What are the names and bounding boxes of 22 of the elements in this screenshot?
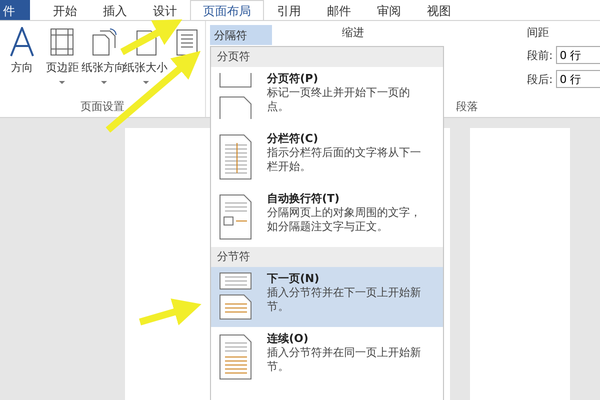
- ribbon-button[interactable]: 方向: [4, 21, 40, 97]
- menu-section-header: 分节符: [211, 247, 443, 267]
- ribbon-tab[interactable]: 页面布局: [190, 0, 264, 20]
- breaks-button[interactable]: 分隔符: [210, 25, 272, 45]
- margins-icon: [48, 27, 76, 57]
- spacing-field[interactable]: 0 行: [556, 46, 600, 64]
- group-label: 页面设置: [80, 99, 126, 115]
- menu-item[interactable]: 下一页(N) 插入分节符并在下一页上开始新节。: [211, 267, 443, 327]
- page-break-icon: [217, 71, 253, 121]
- group-label: 段落: [456, 100, 478, 113]
- ribbon-button[interactable]: 页边距: [44, 21, 81, 97]
- spacing-label: 间距: [527, 25, 550, 40]
- spacing-field-label: 段后:: [527, 72, 553, 86]
- orientation-icon: [90, 27, 118, 57]
- annotation-arrow: [139, 298, 202, 326]
- direction-icon: [8, 27, 36, 57]
- menu-section-header: 分页符: [211, 47, 443, 67]
- spacing-field[interactable]: 0 行: [556, 70, 600, 88]
- spacing-field-label: 段前:: [527, 48, 553, 62]
- file-tab[interactable]: 件: [0, 0, 30, 20]
- next-break-icon: [217, 271, 253, 321]
- indent-label: 缩进: [342, 25, 365, 40]
